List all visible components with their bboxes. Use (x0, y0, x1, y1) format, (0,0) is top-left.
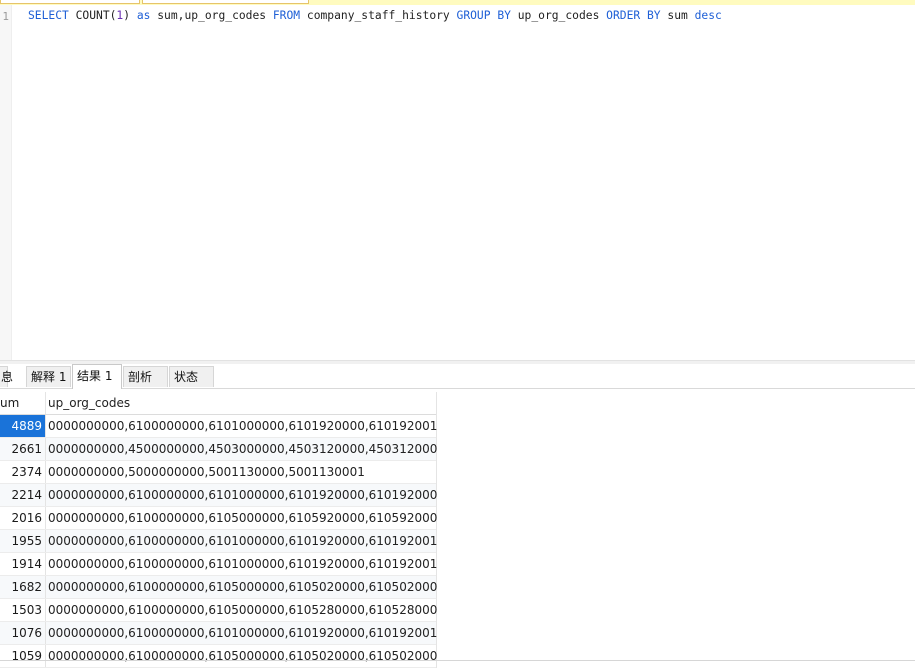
tab-message[interactable]: 息 (0, 366, 13, 387)
column-header-up-org-codes[interactable]: up_org_codes (47, 392, 437, 414)
cell-up-org-codes[interactable]: 0000000000,6100000000,6101000000,6101920… (47, 530, 437, 552)
cell-up-org-codes[interactable]: 0000000000,5000000000,5001130000,5001130… (47, 461, 437, 483)
sql-token: up_org_codes (517, 9, 607, 22)
line-number-gutter: 1 (0, 5, 12, 360)
editor-tab[interactable] (0, 0, 140, 4)
line-number: 1 (2, 10, 9, 23)
sql-token: SELECT (28, 9, 76, 22)
cell-sum[interactable]: 2661 (0, 438, 46, 460)
table-row[interactable]: 2016 0000000000,6100000000,6105000000,610… (0, 507, 437, 530)
sql-token: desc (694, 9, 722, 22)
table-row[interactable]: 1955 0000000000,6100000000,6101000000,610… (0, 530, 437, 553)
sql-token: ORDER BY (606, 9, 668, 22)
sql-token: GROUP BY (456, 9, 518, 22)
sql-code-line[interactable]: SELECT COUNT(1) as sum,up_org_codes FROM… (28, 9, 722, 22)
table-row[interactable]: 4889 0000000000,6100000000,6101000000,610… (0, 415, 437, 438)
result-tab-bar: 息 解释 1 结果 1 剖析 状态 (0, 364, 915, 389)
sql-token: sum,up_org_codes (157, 9, 273, 22)
bottom-divider (0, 660, 915, 661)
cell-sum[interactable]: 4889 (0, 415, 46, 437)
column-header-sum[interactable]: um (0, 392, 46, 414)
table-row[interactable]: 1503 0000000000,6100000000,6105000000,610… (0, 599, 437, 622)
sql-token: company_staff_history (306, 9, 457, 22)
cell-up-org-codes[interactable]: 0000000000,4500000000,4503000000,4503120… (47, 438, 437, 460)
cell-up-org-codes[interactable]: 0000000000,6100000000,6105000000,6105020… (47, 576, 437, 598)
table-row[interactable]: 1682 0000000000,6100000000,6105000000,610… (0, 576, 437, 599)
tab-profile[interactable]: 剖析 (123, 366, 168, 387)
cell-up-org-codes[interactable]: 0000000000,6100000000,6101000000,6101920… (47, 553, 437, 575)
table-row[interactable]: 2214 0000000000,6100000000,6101000000,610… (0, 484, 437, 507)
cell-up-org-codes[interactable]: 0000000000,6100000000,6105000000,6105920… (47, 507, 437, 529)
sql-token: sum (667, 9, 695, 22)
cell-sum[interactable]: 1503 (0, 599, 46, 621)
sql-token: FROM (272, 9, 307, 22)
cell-sum[interactable]: 2214 (0, 484, 46, 506)
table-row[interactable]: 2661 0000000000,4500000000,4503000000,450… (0, 438, 437, 461)
table-row[interactable]: 1914 0000000000,6100000000,6101000000,610… (0, 553, 437, 576)
sql-token: as (136, 9, 158, 22)
tab-status[interactable]: 状态 (169, 366, 214, 387)
cell-sum[interactable]: 1059 (0, 645, 46, 667)
cell-sum[interactable]: 1914 (0, 553, 46, 575)
result-grid[interactable]: um up_org_codes 4889 0000000000,610000000… (0, 392, 437, 668)
table-row[interactable]: 2374 0000000000,5000000000,5001130000,500… (0, 461, 436, 484)
cell-up-org-codes[interactable]: 0000000000,6100000000,6101000000,6101920… (47, 622, 437, 644)
cell-up-org-codes[interactable]: 0000000000,6100000000,6101000000,6101920… (47, 484, 437, 506)
sql-editor[interactable]: 1 SELECT COUNT(1) as sum,up_org_codes FR… (0, 5, 915, 360)
tab-result[interactable]: 结果 1 (72, 364, 122, 389)
tab-explain[interactable]: 解释 1 (26, 366, 71, 387)
cell-up-org-codes[interactable]: 0000000000,6100000000,6105000000,6105020… (47, 645, 437, 667)
cell-sum[interactable]: 1955 (0, 530, 46, 552)
cell-sum[interactable]: 2016 (0, 507, 46, 529)
cell-sum[interactable]: 2374 (0, 461, 46, 483)
table-row[interactable]: 1076 0000000000,6100000000,6101000000,610… (0, 622, 437, 645)
cell-up-org-codes[interactable]: 0000000000,6100000000,6101000000,6101920… (47, 415, 437, 437)
grid-header-row: um up_org_codes (0, 392, 436, 415)
cell-sum[interactable]: 1682 (0, 576, 46, 598)
editor-tab[interactable] (142, 0, 309, 4)
sql-token: COUNT( (75, 9, 117, 22)
cell-sum[interactable]: 1076 (0, 622, 46, 644)
sql-token: ) (123, 9, 137, 22)
cell-up-org-codes[interactable]: 0000000000,6100000000,6105000000,6105280… (47, 599, 437, 621)
